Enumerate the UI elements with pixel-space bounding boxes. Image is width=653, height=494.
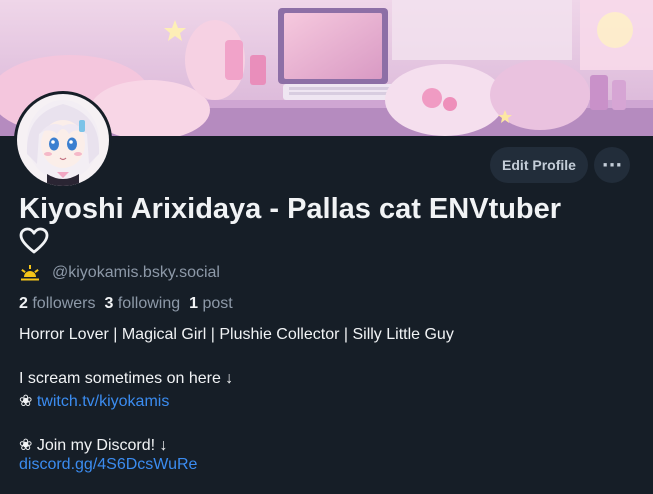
edit-profile-button[interactable]: Edit Profile (490, 147, 588, 183)
avatar[interactable] (14, 91, 112, 189)
bio-line-scream: I scream sometimes on here ↓ (19, 370, 234, 387)
followers-link[interactable]: 2 followers (19, 295, 96, 313)
sunrise-icon (19, 264, 41, 282)
more-options-button[interactable]: ··· (594, 147, 630, 183)
handle-row: @kiyokamis.bsky.social (19, 264, 220, 282)
bio-line-twitch: ❀ twitch.tv/kiyokamis (19, 391, 169, 411)
bio-line-discord: ❀ Join my Discord! ↓ (19, 437, 168, 454)
handle-text[interactable]: @kiyokamis.bsky.social (52, 264, 220, 282)
bio-line-discord-link: discord.gg/4S6DcsWuRe (19, 456, 197, 474)
more-dots-icon: ··· (601, 154, 623, 176)
display-name-text: Kiyoshi Arixidaya - Pallas cat ENVtuber (19, 193, 562, 225)
twitch-link[interactable]: twitch.tv/kiyokamis (37, 393, 169, 410)
heart-outline-icon (19, 227, 49, 264)
posts-count: 1 post (189, 295, 233, 312)
profile-page: Edit Profile ··· Kiyoshi Arixidaya - Pal… (0, 0, 653, 494)
display-name: Kiyoshi Arixidaya - Pallas cat ENVtuber (19, 192, 639, 264)
discord-link[interactable]: discord.gg/4S6DcsWuRe (19, 456, 197, 473)
flower-icon: ❀ (19, 393, 33, 410)
following-link[interactable]: 3 following (105, 295, 181, 313)
profile-stats: 2 followers 3 following 1 post (19, 295, 233, 313)
bio-line-interests: Horror Lover | Magical Girl | Plushie Co… (19, 326, 454, 343)
